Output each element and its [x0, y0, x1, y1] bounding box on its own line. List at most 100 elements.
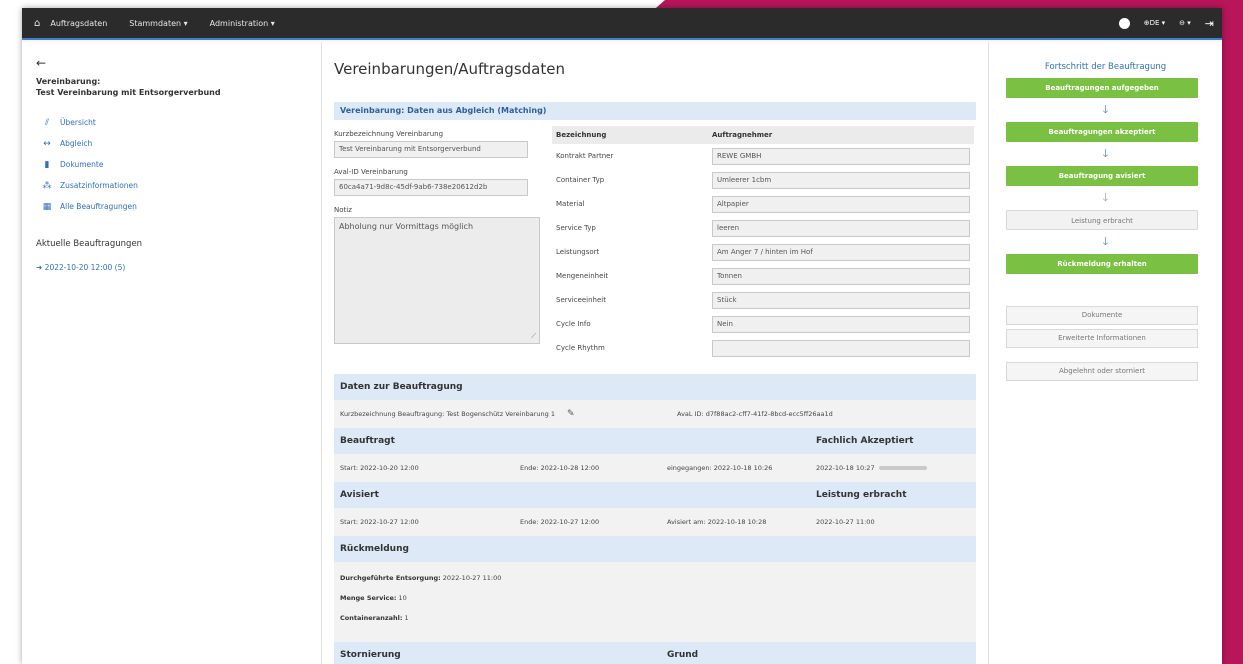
arrows-icon: ↔: [43, 138, 51, 149]
row-label: Cycle Rhythm: [556, 344, 605, 352]
arrow-down-icon: 🡓: [1102, 103, 1109, 116]
container-row: Containeranzahl: 1: [334, 608, 976, 628]
back-arrow-icon[interactable]: ←: [36, 56, 307, 70]
row-value-field[interactable]: Am Anger 7 / hinten im Hof: [712, 243, 970, 261]
order-details: Daten zur Beauftragung Kurzbezeichnung B…: [334, 374, 976, 664]
row-value-field[interactable]: Nein: [712, 315, 970, 333]
akzeptiert-date: 2022-10-18 10:27: [816, 454, 927, 482]
top-navbar: ⌂ Auftragsdaten Stammdaten ▾ Administrat…: [22, 8, 1222, 40]
sidebar-item-zusatzinformationen[interactable]: ⁂ Zusatzinformationen: [36, 175, 307, 196]
row-value-field[interactable]: Umleerer 1cbm: [712, 171, 970, 189]
sidebar-item-alle-beauftragungen[interactable]: ▦ Alle Beauftragungen: [36, 196, 307, 217]
row-label: Service Typ: [556, 224, 596, 232]
edit-icon[interactable]: ✎: [567, 409, 575, 419]
current-order-link[interactable]: ➜ 2022-10-20 12:00 (5): [36, 263, 307, 272]
sitemap-icon: ⁂: [42, 180, 52, 191]
order-aval-id: AvaL ID: d7f88ac2-cff7-41f2-8bcd-ecc5ff2…: [677, 410, 833, 418]
step-aufgegeben[interactable]: Beauftragungen aufgegeben: [1006, 78, 1198, 98]
short-name-field[interactable]: Test Vereinbarung mit Entsorgerverbund: [334, 141, 528, 158]
chart-icon: ⫽: [44, 117, 49, 128]
user-menu[interactable]: ⊖ ▾: [1179, 19, 1191, 27]
extended-info-button[interactable]: Erweiterte Informationen: [1006, 329, 1198, 348]
akzeptiert-title: Fachlich Akzeptiert: [816, 436, 914, 446]
row-value-field[interactable]: Altpapier: [712, 195, 970, 213]
sidebar-item-abgleich[interactable]: ↔ Abgleich: [36, 133, 307, 154]
agreement-name: Test Vereinbarung mit Entsorgerverbund: [36, 88, 221, 97]
order-details-header: Daten zur Beauftragung: [334, 374, 976, 400]
rejected-cancelled-button[interactable]: Abgelehnt oder storniert: [1006, 362, 1198, 381]
beauftragt-title: Beauftragt: [340, 436, 395, 446]
table-row: Cycle Info Nein: [552, 312, 974, 336]
order-short-value: Test Bogenschütz Vereinbarung 1: [446, 410, 555, 418]
rueckmeldung-header: Rückmeldung: [334, 536, 976, 562]
arrow-down-icon: 🡓: [1102, 147, 1109, 160]
grund-title: Grund: [667, 650, 699, 660]
contract-table: Bezeichnung Auftragnehmer Kontrakt Partn…: [552, 126, 974, 360]
matching-section-header: Vereinbarung: Daten aus Abgleich (Matchi…: [334, 102, 976, 120]
row-label: Container Typ: [556, 176, 605, 184]
logout-icon[interactable]: ⇥: [1205, 17, 1214, 30]
note-label: Notiz: [334, 206, 352, 214]
step-avisiert[interactable]: Beauftragung avisiert: [1006, 166, 1198, 186]
leistung-title: Leistung erbracht: [816, 490, 907, 500]
row-label: Cycle Info: [556, 320, 591, 328]
row-label: Kontrakt Partner: [556, 152, 614, 160]
nav-stammdaten[interactable]: Stammdaten ▾: [129, 19, 187, 28]
leistung-date: 2022-10-27 11:00: [816, 518, 875, 526]
note-textarea[interactable]: Abholung nur Vormittags möglich ⟋: [334, 217, 540, 344]
beauftragt-row: Start: 2022-10-20 12:00 Ende: 2022-10-28…: [334, 454, 976, 482]
row-value-field[interactable]: REWE GMBH: [712, 147, 970, 165]
step-akzeptiert[interactable]: Beauftragungen akzeptiert: [1006, 122, 1198, 142]
akzeptiert-date-text: 2022-10-18 10:27: [816, 464, 875, 472]
row-label: Leistungsort: [556, 248, 600, 256]
table-header: Bezeichnung Auftragnehmer: [552, 126, 974, 144]
progress-panel: Fortschritt der Beauftragung Beauftragun…: [988, 42, 1222, 664]
app-window: ⌂ Auftragsdaten Stammdaten ▾ Administrat…: [22, 8, 1222, 664]
stornierung-title: Stornierung: [340, 650, 401, 660]
document-icon: ▮: [44, 159, 50, 170]
info-icon[interactable]: i: [1118, 17, 1130, 29]
table-row: Container Typ Umleerer 1cbm: [552, 168, 974, 192]
row-value-field[interactable]: Stück: [712, 291, 970, 309]
navbar-actions: i ⊕DE ▾ ⊖ ▾ ⇥: [1105, 8, 1214, 38]
step-leistung-erbracht[interactable]: Leistung erbracht: [1006, 210, 1198, 230]
row-value-field[interactable]: [712, 339, 970, 357]
sidebar-item-label: Übersicht: [60, 118, 96, 127]
sidebar-item-label: Dokumente: [60, 160, 104, 169]
note-text: Abholung nur Vormittags möglich: [339, 222, 474, 231]
sidebar-item-label: Alle Beauftragungen: [60, 202, 137, 211]
arrow-down-icon: 🡓: [1102, 191, 1109, 204]
table-row: Cycle Rhythm: [552, 336, 974, 360]
sidebar-item-label: Zusatzinformationen: [60, 181, 138, 190]
language-selector[interactable]: ⊕DE ▾: [1144, 19, 1165, 27]
table-row: Leistungsort Am Anger 7 / hinten im Hof: [552, 240, 974, 264]
eingegangen-date: eingegangen: 2022-10-18 10:26: [667, 464, 773, 472]
aval-id-field[interactable]: 60ca4a71-9d8c-45df-9ab6-738e20612d2b: [334, 179, 528, 196]
home-icon[interactable]: ⌂: [34, 18, 40, 29]
avisiert-row: Start: 2022-10-27 12:00 Ende: 2022-10-27…: [334, 508, 976, 536]
row-value-field[interactable]: Tonnen: [712, 267, 970, 285]
step-rueckmeldung[interactable]: Rückmeldung erhalten: [1006, 254, 1198, 274]
page-title: Vereinbarungen/Auftragsdaten: [334, 60, 565, 78]
sidebar-item-dokumente[interactable]: ▮ Dokumente: [36, 154, 307, 175]
row-value-field[interactable]: leeren: [712, 219, 970, 237]
menge-row: Menge Service: 10: [334, 588, 976, 608]
left-sidebar: ← Vereinbarung: Test Vereinbarung mit En…: [22, 42, 322, 664]
aval-id-label: Aval-ID Vereinbarung: [334, 168, 408, 176]
beauftragt-header: Beauftragt Fachlich Akzeptiert: [334, 428, 976, 454]
stornierung-header: Stornierung Grund: [334, 642, 976, 664]
nav-auftragsdaten[interactable]: Auftragsdaten: [50, 19, 107, 28]
documents-button[interactable]: Dokumente: [1006, 306, 1198, 325]
sidebar-item-uebersicht[interactable]: ⫽ Übersicht: [36, 112, 307, 133]
resize-handle-icon[interactable]: ⟋: [531, 332, 536, 341]
beauftragt-start: Start: 2022-10-20 12:00: [340, 464, 419, 472]
table-row: Kontrakt Partner REWE GMBH: [552, 144, 974, 168]
entsorgung-label: Durchgeführte Entsorgung:: [340, 574, 441, 582]
agreement-fields: Kurzbezeichnung Vereinbarung Test Verein…: [334, 126, 552, 360]
matching-form: Kurzbezeichnung Vereinbarung Test Verein…: [334, 126, 976, 360]
agreement-label: Vereinbarung:: [36, 77, 101, 86]
menge-label: Menge Service:: [340, 594, 397, 602]
table-row: Service Typ leeren: [552, 216, 974, 240]
nav-administration[interactable]: Administration ▾: [210, 19, 275, 28]
menge-value: 10: [398, 594, 407, 602]
